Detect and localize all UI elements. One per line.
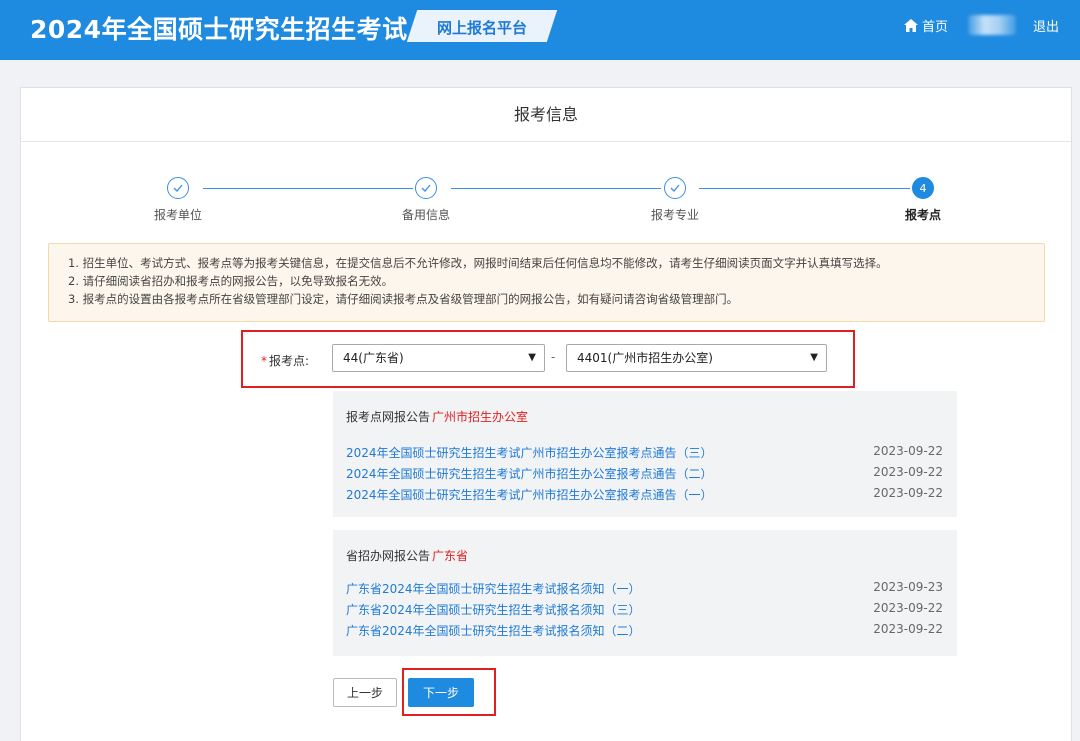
announcement-date: 2023-09-22 <box>873 465 943 479</box>
top-bar: 2024年全国硕士研究生招生考试 网上报名平台 首页 退出 <box>0 0 1080 60</box>
chevron-down-icon: ▼ <box>810 352 818 363</box>
list-item: 广东省2024年全国硕士研究生招生考试报名须知（一） 2023-09-23 <box>346 580 943 600</box>
site-title: 2024年全国硕士研究生招生考试 <box>30 15 408 44</box>
notice-line: 2. 请仔细阅读省招办和报考点的网报公告，以免导致报名无效。 <box>68 274 394 288</box>
home-label: 首页 <box>922 20 949 35</box>
notice-line: 1. 招生单位、考试方式、报考点等为报考关键信息，在提交信息后不允许修改，网报时… <box>68 256 888 270</box>
home-link[interactable]: 首页 <box>904 16 948 35</box>
announcement-date: 2023-09-22 <box>873 601 943 615</box>
panel-title: 报考信息 <box>21 88 1071 142</box>
announcement-link[interactable]: 广东省2024年全国硕士研究生招生考试报名须知（三） <box>346 601 641 618</box>
prev-step-button[interactable]: 上一步 <box>333 678 397 707</box>
list-item: 2024年全国硕士研究生招生考试广州市招生办公室报考点通告（一） 2023-09… <box>346 486 943 506</box>
site-announcement-source: 广州市招生办公室 <box>432 410 529 424</box>
step-connector <box>203 188 413 189</box>
site-announcement-panel: 报考点网报公告 广州市招生办公室 2024年全国硕士研究生招生考试广州市招生办公室… <box>333 391 957 517</box>
notice-line: 3. 报考点的设置由各报考点所在省级管理部门设定，请仔细阅读报考点及省级管理部门… <box>68 292 739 306</box>
step-connector <box>451 188 661 189</box>
platform-label: 网上报名平台 <box>436 19 527 37</box>
required-mark: * <box>261 354 267 368</box>
user-name-blurred[interactable] <box>968 15 1016 35</box>
announcement-link[interactable]: 广东省2024年全国硕士研究生招生考试报名须知（二） <box>346 622 641 639</box>
step-3-check-icon <box>664 177 686 199</box>
step-2-check-icon <box>415 177 437 199</box>
announcement-date: 2023-09-23 <box>873 580 943 594</box>
announcement-link[interactable]: 2024年全国硕士研究生招生考试广州市招生办公室报考点通告（二） <box>346 465 713 482</box>
notice-box: 1. 招生单位、考试方式、报考点等为报考关键信息，在提交信息后不允许修改，网报时… <box>48 243 1045 322</box>
exam-site-label: * 报考点: <box>261 352 309 369</box>
exam-site-select-value: 4401(广州市招生办公室) <box>577 351 713 365</box>
province-select[interactable]: 44(广东省) ▼ <box>332 344 545 372</box>
home-icon <box>904 19 918 32</box>
step-4-number: 4 <box>912 177 934 199</box>
logout-link[interactable]: 退出 <box>1033 16 1059 35</box>
province-announcement-panel: 省招办网报公告 广东省 广东省2024年全国硕士研究生招生考试报名须知（一） 20… <box>333 530 957 656</box>
registration-panel: 报考信息 4 报考单位 备用信息 报考专业 报考点 1. 招生单位、考试方式、报… <box>20 87 1072 741</box>
province-announcement-heading: 省招办网报公告 广东省 <box>346 549 469 563</box>
site-announcement-heading: 报考点网报公告 广州市招生办公室 <box>346 410 529 424</box>
announcement-date: 2023-09-22 <box>873 444 943 458</box>
announcement-link[interactable]: 2024年全国硕士研究生招生考试广州市招生办公室报考点通告（一） <box>346 486 713 503</box>
step-label-unit: 报考单位 <box>153 208 202 222</box>
exam-site-label-text: 报考点: <box>269 354 310 368</box>
list-item: 2024年全国硕士研究生招生考试广州市招生办公室报考点通告（三） 2023-09… <box>346 444 943 464</box>
next-button-highlight-box <box>402 668 496 716</box>
step-label-major: 报考专业 <box>650 208 699 222</box>
platform-badge: 网上报名平台 <box>406 10 558 42</box>
list-item: 广东省2024年全国硕士研究生招生考试报名须知（二） 2023-09-22 <box>346 622 943 642</box>
step-1-check-icon <box>167 177 189 199</box>
step-connector <box>699 188 910 189</box>
announcement-date: 2023-09-22 <box>873 486 943 500</box>
exam-site-select[interactable]: 4401(广州市招生办公室) ▼ <box>566 344 827 372</box>
step-label-backup: 备用信息 <box>401 208 450 222</box>
announcement-link[interactable]: 2024年全国硕士研究生招生考试广州市招生办公室报考点通告（三） <box>346 444 713 461</box>
chevron-down-icon: ▼ <box>528 352 536 363</box>
list-item: 2024年全国硕士研究生招生考试广州市招生办公室报考点通告（二） 2023-09… <box>346 465 943 485</box>
select-separator: - <box>551 350 556 364</box>
announcement-date: 2023-09-22 <box>873 622 943 636</box>
province-announcement-source: 广东省 <box>432 549 469 563</box>
announcement-link[interactable]: 广东省2024年全国硕士研究生招生考试报名须知（一） <box>346 580 641 597</box>
province-select-value: 44(广东省) <box>343 351 404 365</box>
list-item: 广东省2024年全国硕士研究生招生考试报名须知（三） 2023-09-22 <box>346 601 943 621</box>
step-label-site: 报考点 <box>904 208 941 222</box>
